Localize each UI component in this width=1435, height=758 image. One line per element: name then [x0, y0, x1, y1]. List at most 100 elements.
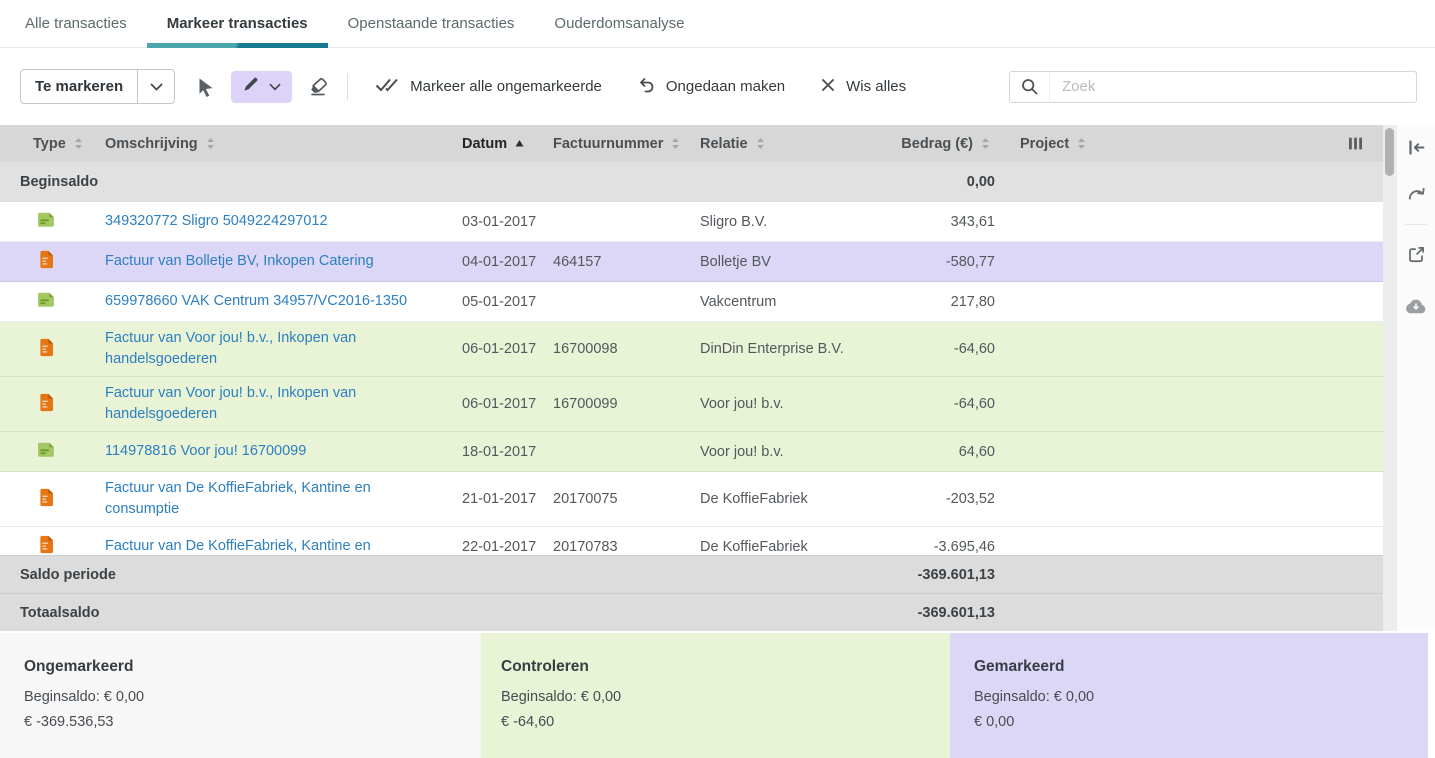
transaction-amount: -203,52	[945, 491, 995, 508]
tab-label: Markeer transacties	[166, 15, 308, 32]
status-card-check: Controleren Beginsaldo: € 0,00 € -64,60	[481, 633, 950, 758]
vertical-scrollbar[interactable]	[1383, 125, 1396, 631]
transaction-type-cell	[0, 211, 85, 232]
transaction-date: 18-01-2017	[462, 443, 537, 460]
transaction-amount: -64,60	[953, 396, 995, 413]
table-body: 349320772 Sligro 5049224297012 03-01-201…	[0, 202, 1383, 568]
sort-icon	[1076, 137, 1087, 150]
beginsaldo-value: 0,00	[966, 174, 995, 190]
column-header-label: Datum	[462, 135, 508, 152]
transaction-type-cell	[0, 338, 85, 361]
card-title: Ongemarkeerd	[24, 658, 134, 675]
summary-label: Totaalsaldo	[20, 604, 100, 621]
column-header-bedrag[interactable]: Bedrag (€)	[885, 136, 995, 152]
clear-all-button[interactable]: Wis alles	[821, 78, 906, 96]
sort-icon	[514, 139, 525, 148]
column-header-desc[interactable]: Omschrijving	[85, 136, 462, 152]
invoice-document-icon	[39, 250, 54, 273]
side-panel-divider	[1405, 224, 1427, 225]
card-beginsaldo: Beginsaldo: € 0,00	[501, 689, 622, 705]
card-amount: € 0,00	[974, 714, 1015, 730]
mark-all-button[interactable]: Markeer alle ongemarkeerde	[375, 78, 602, 96]
select-cursor-icon[interactable]	[193, 77, 217, 97]
column-header-proj[interactable]: Project	[995, 136, 1328, 152]
undo-icon	[638, 77, 655, 97]
relation-name: Sligro B.V.	[700, 213, 768, 230]
transaction-description-link[interactable]: 114978816 Voor jou! 16700099	[105, 443, 306, 459]
transaction-row[interactable]: Factuur van Bolletje BV, Inkopen Caterin…	[0, 242, 1383, 282]
transaction-date: 04-01-2017	[462, 253, 537, 270]
transaction-description-link[interactable]: Factuur van De KoffieFabriek, Kantine en	[105, 538, 371, 554]
transaction-row[interactable]: Factuur van Voor jou! b.v., Inkopen van …	[0, 322, 1383, 378]
eraser-icon[interactable]	[305, 77, 331, 96]
transaction-amount: 64,60	[958, 443, 995, 460]
chevron-down-icon[interactable]	[137, 70, 174, 103]
transaction-amount: -580,77	[945, 253, 995, 270]
summary-cards: Ongemarkeerd Beginsaldo: € 0,00 € -369.5…	[0, 633, 1428, 758]
transaction-description-link[interactable]: 659978660 VAK Centrum 34957/VC2016-1350	[105, 293, 407, 309]
summary-row: Totaalsaldo -369.601,13	[0, 593, 1383, 631]
beginsaldo-label: Beginsaldo	[20, 174, 99, 190]
transaction-description-link[interactable]: Factuur van Voor jou! b.v., Inkopen van …	[105, 385, 356, 422]
redo-icon[interactable]	[1403, 180, 1429, 206]
relation-name: Vakcentrum	[700, 293, 777, 310]
tab-ouderdomsanalyse[interactable]: Ouderdomsanalyse	[534, 0, 704, 47]
transaction-row[interactable]: Factuur van Voor jou! b.v., Inkopen van …	[0, 377, 1383, 433]
invoice-number: 16700099	[553, 396, 618, 413]
column-header-rel[interactable]: Relatie	[700, 136, 885, 152]
transaction-amount: 217,80	[950, 293, 995, 310]
invoice-number: 464157	[553, 253, 602, 270]
search-box[interactable]	[1009, 70, 1417, 103]
marker-pencil-icon	[242, 75, 260, 98]
undo-label: Ongedaan maken	[665, 78, 786, 95]
sort-icon	[73, 137, 84, 150]
summary-value: -369.601,13	[917, 604, 995, 621]
column-header-datum[interactable]: Datum	[462, 136, 553, 152]
transaction-date: 21-01-2017	[462, 491, 537, 508]
card-title: Controleren	[501, 658, 589, 675]
transaction-type-cell	[0, 393, 85, 416]
transaction-type-cell	[0, 441, 85, 462]
search-icon	[1010, 71, 1050, 102]
transaction-row[interactable]: Factuur van De KoffieFabriek, Kantine en…	[0, 472, 1383, 528]
mark-mode-dropdown[interactable]: Te markeren	[20, 69, 176, 104]
tab-label: Alle transacties	[25, 15, 127, 32]
bank-document-icon	[36, 211, 57, 232]
column-settings-icon[interactable]	[1328, 136, 1383, 151]
relation-name: Bolletje BV	[700, 253, 771, 270]
relation-name: De KoffieFabriek	[700, 538, 808, 555]
invoice-document-icon	[39, 338, 54, 361]
tab-openstaande-transacties[interactable]: Openstaande transacties	[328, 0, 535, 47]
transaction-description-link[interactable]: 349320772 Sligro 5049224297012	[105, 213, 328, 229]
tab-bar: Alle transacties Markeer transacties Opens…	[0, 0, 1435, 48]
search-input[interactable]	[1050, 71, 1416, 102]
transaction-description-link[interactable]: Factuur van De KoffieFabriek, Kantine en…	[105, 480, 371, 517]
transaction-description-link[interactable]: Factuur van Voor jou! b.v., Inkopen van …	[105, 330, 356, 367]
transaction-row[interactable]: 659978660 VAK Centrum 34957/VC2016-1350 …	[0, 282, 1383, 322]
column-header-type[interactable]: Type	[0, 136, 85, 152]
transaction-amount: -64,60	[953, 341, 995, 358]
sort-icon	[980, 137, 991, 150]
beginsaldo-row: Beginsaldo 0,00	[0, 162, 1383, 202]
transaction-row[interactable]: 349320772 Sligro 5049224297012 03-01-201…	[0, 202, 1383, 242]
marker-tool-button[interactable]	[231, 70, 293, 103]
card-amount: € -369.536,53	[24, 714, 114, 730]
tab-markeer-transacties[interactable]: Markeer transacties	[146, 0, 328, 48]
open-external-icon[interactable]	[1403, 241, 1429, 267]
summary-label: Saldo periode	[20, 566, 116, 583]
invoice-document-icon	[39, 393, 54, 416]
card-amount: € -64,60	[501, 714, 555, 730]
tab-alle-transacties[interactable]: Alle transacties	[5, 0, 147, 47]
transaction-row[interactable]: 114978816 Voor jou! 16700099 18-01-2017 …	[0, 432, 1383, 473]
collapse-panel-icon[interactable]	[1403, 134, 1429, 160]
chevron-down-icon	[269, 78, 281, 96]
cloud-download-icon[interactable]	[1403, 293, 1429, 319]
undo-button[interactable]: Ongedaan maken	[638, 77, 785, 97]
scrollbar-thumb[interactable]	[1385, 128, 1394, 176]
tab-label: Ouderdomsanalyse	[554, 15, 685, 32]
mark-all-label: Markeer alle ongemarkeerde	[410, 78, 602, 95]
transactions-table: Type Omschrijving Datum Factuurnummer Re…	[0, 125, 1383, 631]
transaction-description-link[interactable]: Factuur van Bolletje BV, Inkopen Caterin…	[105, 253, 374, 269]
transaction-amount: -3.695,46	[933, 538, 995, 555]
column-header-fact[interactable]: Factuurnummer	[553, 136, 700, 152]
